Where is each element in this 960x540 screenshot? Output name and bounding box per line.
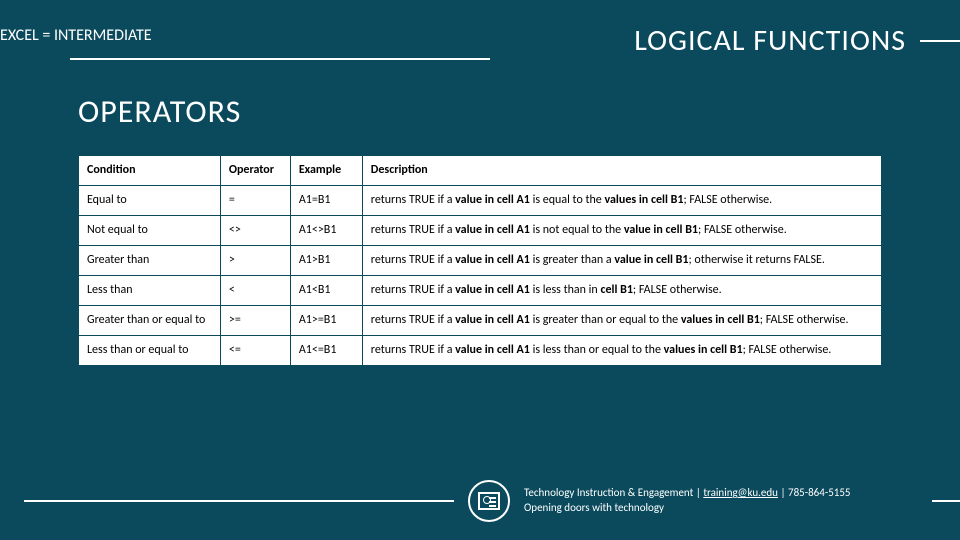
footer-org: Technology Instruction & Engagement | [524,486,703,499]
cell-example: A1>=B1 [290,306,362,336]
cell-example: A1=B1 [290,186,362,216]
page-title: LOGICAL FUNCTIONS [634,22,906,59]
cell-condition: Equal to [79,186,221,216]
cell-example: A1<=B1 [290,336,362,366]
table-row: Not equal to<>A1<>B1returns TRUE if a va… [79,216,882,246]
cell-description: returns TRUE if a value in cell A1 is le… [362,276,881,306]
footer-email-link[interactable]: training@ku.edu [703,486,778,499]
table-header-row: Condition Operator Example Description [79,156,882,186]
table-row: Less than or equal to<=A1<=B1returns TRU… [79,336,882,366]
cell-example: A1>B1 [290,246,362,276]
footer-rule-right [932,500,960,502]
th-description: Description [362,156,881,186]
cell-operator: >= [220,306,290,336]
cell-description: returns TRUE if a value in cell A1 is le… [362,336,881,366]
footer-text: Technology Instruction & Engagement | tr… [524,486,851,516]
footer-rule-left [24,500,454,502]
cell-description: returns TRUE if a value in cell A1 is no… [362,216,881,246]
header-title-wrap: LOGICAL FUNCTIONS [634,22,960,59]
training-icon [468,480,510,522]
cell-operator: = [220,186,290,216]
cell-operator: <= [220,336,290,366]
cell-operator: <> [220,216,290,246]
th-condition: Condition [79,156,221,186]
cell-condition: Less than [79,276,221,306]
cell-condition: Not equal to [79,216,221,246]
table-row: Greater than or equal to>=A1>=B1returns … [79,306,882,336]
th-operator: Operator [220,156,290,186]
footer-tagline: Opening doors with technology [524,501,851,516]
cell-operator: > [220,246,290,276]
cell-example: A1<B1 [290,276,362,306]
footer-phone: | 785-864-5155 [778,486,851,499]
cell-description: returns TRUE if a value in cell A1 is gr… [362,246,881,276]
cell-description: returns TRUE if a value in cell A1 is gr… [362,306,881,336]
table-row: Greater than>A1>B1returns TRUE if a valu… [79,246,882,276]
cell-condition: Less than or equal to [79,336,221,366]
header-rule-left [70,58,490,60]
table-row: Equal to=A1=B1returns TRUE if a value in… [79,186,882,216]
section-title: OPERATORS [78,92,241,131]
table-row: Less than<A1<B1returns TRUE if a value i… [79,276,882,306]
footer: Technology Instruction & Engagement | tr… [0,480,960,522]
operators-table: Condition Operator Example Description E… [78,155,882,366]
cell-condition: Greater than [79,246,221,276]
th-example: Example [290,156,362,186]
cell-example: A1<>B1 [290,216,362,246]
cell-condition: Greater than or equal to [79,306,221,336]
header-rule-right [920,40,960,42]
cell-description: returns TRUE if a value in cell A1 is eq… [362,186,881,216]
cell-operator: < [220,276,290,306]
